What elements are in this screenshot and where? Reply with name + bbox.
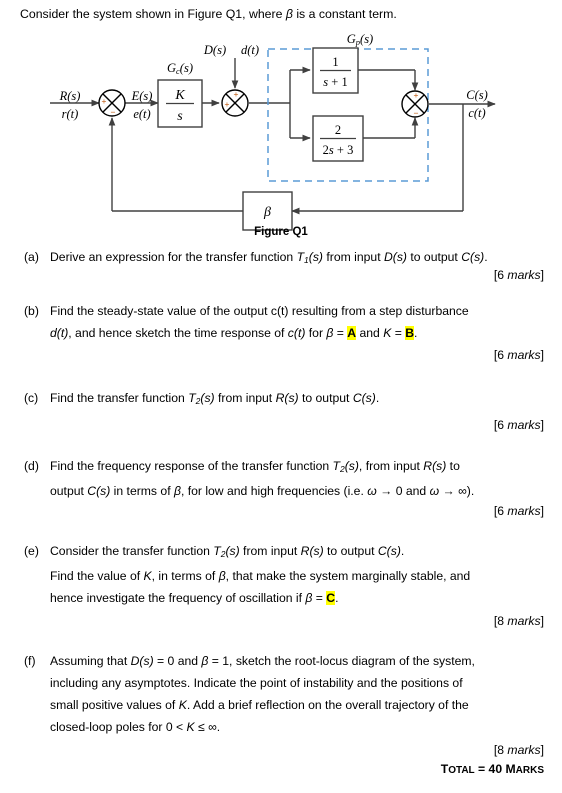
label-error-laplace: E(s) (131, 89, 153, 103)
question-d-line1: Find the frequency response of the trans… (50, 459, 460, 474)
question-b: (b) Find the steady-state value of the o… (24, 302, 544, 343)
summing-junction-disturbance: + + (221, 89, 249, 117)
svg-text:2s + 3: 2s + 3 (323, 143, 354, 157)
exam-question-page: Consider the system shown in Figure Q1, … (0, 0, 562, 793)
question-e-line1: Consider the transfer function T2(s) fro… (50, 544, 405, 559)
intro-sentence: Consider the system shown in Figure Q1, … (20, 7, 397, 21)
question-b-label: (b) (24, 304, 39, 318)
question-c-text: Find the transfer function T2(s) from in… (50, 391, 380, 406)
svg-text:s + 1: s + 1 (323, 75, 347, 89)
controller-block: K s (157, 79, 203, 128)
question-a-label: (a) (24, 250, 39, 264)
highlight-value-b: B (405, 326, 415, 340)
block-diagram-figure: K s 1 s + 1 2 2s + 3 β + − + + + − R(s) … (0, 28, 562, 243)
svg-text:+: + (225, 99, 230, 109)
highlight-value-c: C (326, 591, 336, 605)
svg-text:s: s (177, 109, 183, 124)
label-input-laplace: R(s) (59, 89, 81, 103)
label-disturbance-laplace: D(s) (203, 43, 226, 57)
label-output-time: c(t) (468, 106, 485, 120)
svg-text:+: + (102, 96, 107, 106)
question-c-label: (c) (24, 391, 39, 405)
label-controller: Gc(s) (167, 61, 193, 76)
question-d-line2: output C(s) in terms of β, for low and h… (50, 484, 475, 498)
question-f-line2: including any asymptotes. Indicate the p… (50, 676, 463, 690)
question-b-line2: d(t), and hence sketch the time response… (50, 326, 418, 340)
question-f-line4: closed-loop poles for 0 < K ≤ ∞. (50, 720, 221, 734)
question-d: (d) Find the frequency response of the t… (24, 457, 544, 501)
label-output-laplace: C(s) (466, 88, 488, 102)
label-disturbance-time: d(t) (241, 43, 259, 57)
svg-text:−: − (414, 108, 419, 118)
svg-text:−: − (111, 107, 116, 117)
question-f-label: (f) (24, 654, 36, 668)
summing-junction-output: + − (401, 90, 429, 118)
svg-text:2: 2 (335, 123, 341, 137)
question-f-marks: [8 marks] (493, 743, 544, 757)
label-input-time: r(t) (62, 107, 79, 121)
question-b-line1: Find the steady-state value of the outpu… (50, 304, 469, 318)
question-a: (a) Derive an expression for the transfe… (24, 248, 544, 270)
question-c-marks: [6 marks] (493, 418, 544, 432)
svg-text:+: + (234, 89, 239, 99)
plant-top-block: 1 s + 1 (312, 47, 359, 94)
svg-text:+: + (414, 90, 419, 100)
question-e-marks: [8 marks] (493, 614, 544, 628)
highlight-value-a: A (347, 326, 357, 340)
question-e-label: (e) (24, 544, 39, 558)
plant-bottom-block: 2 2s + 3 (312, 115, 364, 162)
question-d-label: (d) (24, 459, 39, 473)
label-error-time: e(t) (133, 107, 150, 121)
question-f-line3: small positive values of K. Add a brief … (50, 698, 469, 712)
question-a-text: Derive an expression for the transfer fu… (50, 250, 488, 265)
question-d-marks: [6 marks] (493, 504, 544, 518)
figure-caption: Figure Q1 (254, 226, 308, 238)
question-e-line3: hence investigate the frequency of oscil… (50, 591, 339, 605)
question-f-line1: Assuming that D(s) = 0 and β = 1, sketch… (50, 654, 475, 668)
summing-junction-input: + − (98, 89, 126, 117)
question-e: (e) Consider the transfer function T2(s)… (24, 542, 544, 608)
feedback-gain-block: β (242, 191, 293, 231)
total-marks: TOTAL = 40 MARKS (440, 762, 544, 776)
label-plant: Gp(s) (347, 32, 373, 47)
question-b-marks: [6 marks] (493, 348, 544, 362)
question-c: (c) Find the transfer function T2(s) fro… (24, 389, 544, 411)
svg-text:β: β (263, 205, 271, 220)
question-a-marks: [6 marks] (493, 268, 544, 282)
svg-text:K: K (174, 88, 185, 103)
question-e-line2: Find the value of K, in terms of β, that… (50, 569, 471, 583)
question-f: (f) Assuming that D(s) = 0 and β = 1, sk… (24, 652, 544, 737)
svg-text:1: 1 (332, 55, 338, 69)
